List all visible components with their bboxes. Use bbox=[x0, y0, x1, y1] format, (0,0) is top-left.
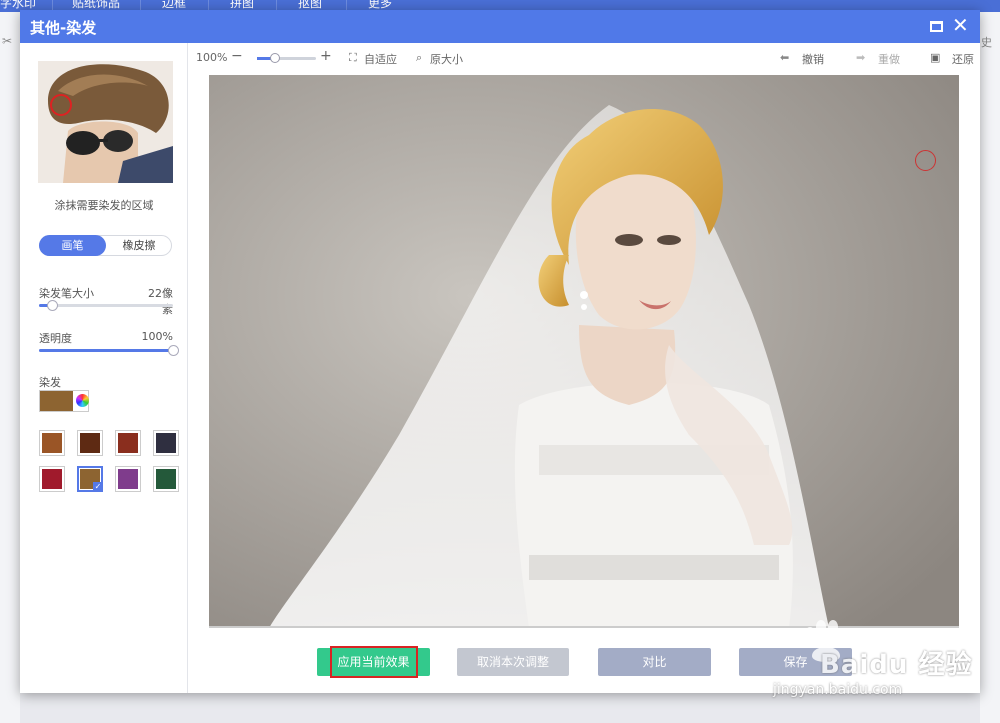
color-swatch[interactable] bbox=[115, 430, 141, 456]
compare-button[interactable]: 对比 bbox=[598, 648, 711, 676]
cancel-adjustment-button[interactable]: 取消本次调整 bbox=[457, 648, 569, 676]
opacity-fill bbox=[39, 349, 173, 352]
background-right-panel: 史 bbox=[980, 12, 1000, 723]
highlight-outline bbox=[330, 646, 418, 678]
search-icon[interactable]: ⌕ bbox=[416, 51, 422, 65]
color-swatch[interactable]: ✓ bbox=[77, 466, 103, 492]
opacity-value: 100% bbox=[141, 330, 173, 343]
swatch-color bbox=[42, 469, 62, 489]
fit-icon[interactable]: ⛶ bbox=[349, 51, 357, 65]
zoom-out-icon[interactable]: − bbox=[231, 48, 243, 64]
color-swatch[interactable] bbox=[77, 430, 103, 456]
swatch-color bbox=[80, 433, 100, 453]
brush-eraser-toggle: 画笔 橡皮擦 bbox=[39, 235, 172, 256]
dialog-titlebar: 其他-染发 ✕ bbox=[20, 10, 980, 43]
photo-canvas[interactable] bbox=[209, 75, 959, 628]
bride-photo bbox=[209, 75, 959, 626]
brush-size-handle[interactable] bbox=[47, 300, 58, 311]
opacity-slider[interactable] bbox=[39, 345, 179, 356]
check-icon: ✓ bbox=[93, 482, 103, 492]
zoom-slider[interactable] bbox=[257, 53, 316, 63]
maximize-icon[interactable] bbox=[930, 21, 943, 32]
brush-mode-button[interactable]: 画笔 bbox=[39, 235, 106, 256]
watermark-text: Baidu 经验 bbox=[820, 650, 973, 680]
brush-size-value: 22像素 bbox=[148, 287, 173, 316]
color-wheel-icon[interactable] bbox=[76, 394, 89, 407]
canvas-toolbar: 100% − + ⛶ 自适应 ⌕ 原大小 ⬅ 撤销 ➡ 重做 ▣ 还原 bbox=[188, 43, 980, 73]
image-icon[interactable]: ▣ bbox=[930, 51, 940, 64]
zoom-handle[interactable] bbox=[270, 53, 280, 63]
opacity-label: 透明度 bbox=[39, 332, 72, 345]
color-swatch[interactable] bbox=[153, 430, 179, 456]
background-text: 史 bbox=[981, 36, 992, 49]
fit-button[interactable]: 自适应 bbox=[364, 51, 397, 67]
original-size-button[interactable]: 原大小 bbox=[430, 51, 463, 67]
paint-instruction: 涂抹需要染发的区域 bbox=[54, 199, 154, 212]
zoom-in-icon[interactable]: + bbox=[320, 48, 332, 64]
restore-button[interactable]: 还原 bbox=[952, 51, 974, 67]
color-swatch[interactable] bbox=[39, 430, 65, 456]
swatch-color bbox=[118, 433, 138, 453]
color-swatch[interactable] bbox=[39, 466, 65, 492]
background-left-panel: ✂ bbox=[0, 12, 20, 723]
close-icon[interactable]: ✕ bbox=[952, 13, 969, 37]
baidu-jingyan-watermark: Baidu 经验 jingyan.baidu.com bbox=[770, 620, 990, 710]
scissors-icon: ✂ bbox=[2, 34, 13, 48]
zoom-value: 100% bbox=[196, 51, 228, 64]
brush-size-label: 染发笔大小 bbox=[39, 287, 94, 300]
undo-button[interactable]: 撤销 bbox=[802, 51, 824, 67]
opacity-handle[interactable] bbox=[168, 345, 179, 356]
swatch-color bbox=[156, 433, 176, 453]
brush-size-slider[interactable] bbox=[39, 300, 173, 311]
example-thumbnail bbox=[38, 61, 173, 183]
current-color-picker[interactable] bbox=[39, 390, 89, 412]
undo-arrow-icon[interactable]: ⬅ bbox=[780, 51, 789, 64]
swatch-color bbox=[118, 469, 138, 489]
redo-button[interactable]: 重做 bbox=[878, 51, 900, 67]
brush-cursor bbox=[915, 150, 936, 171]
color-swatch[interactable] bbox=[115, 466, 141, 492]
color-swatch[interactable] bbox=[153, 466, 179, 492]
current-color-swatch bbox=[40, 391, 73, 411]
eraser-mode-button[interactable]: 橡皮擦 bbox=[106, 236, 172, 255]
dye-color-label: 染发 bbox=[39, 376, 61, 389]
dye-settings-panel: 涂抹需要染发的区域 画笔 橡皮擦 染发笔大小 22像素 透明度 100% 染发 … bbox=[20, 43, 188, 693]
watermark-url: jingyan.baidu.com bbox=[773, 682, 903, 698]
swatch-color bbox=[156, 469, 176, 489]
swatch-color bbox=[42, 433, 62, 453]
dialog-title: 其他-染发 bbox=[30, 19, 97, 37]
redo-arrow-icon[interactable]: ➡ bbox=[856, 51, 865, 64]
hair-dye-dialog: 其他-染发 ✕ 涂抹需要染发的区域 画笔 橡皮擦 染发笔大小 22像素 透明度 … bbox=[20, 10, 980, 693]
